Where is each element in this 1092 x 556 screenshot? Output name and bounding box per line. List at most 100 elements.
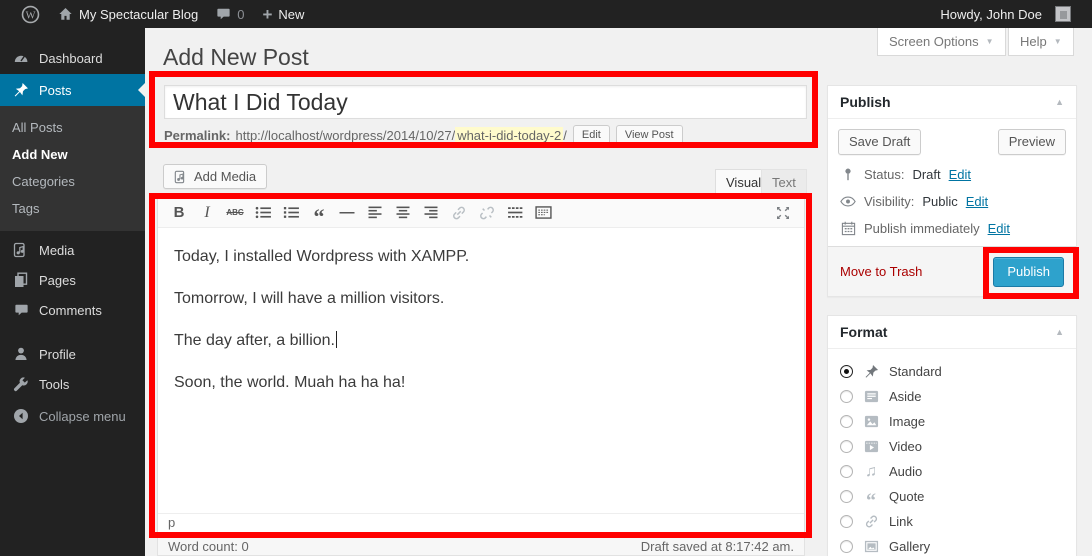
post-editor: B I ABC “ — (157, 197, 805, 533)
wordpress-logo-icon[interactable]: W (12, 0, 49, 28)
page-title: Add New Post (163, 44, 309, 71)
format-option-video[interactable]: Video (840, 434, 1064, 459)
save-draft-button[interactable]: Save Draft (838, 129, 921, 155)
pushpin-icon (862, 364, 880, 379)
horizontal-rule-icon[interactable]: — (333, 201, 361, 225)
publish-panel-footer: Move to Trash Publish (828, 246, 1076, 296)
publish-button[interactable]: Publish (993, 257, 1064, 287)
site-menu[interactable]: My Spectacular Blog (49, 0, 207, 28)
sidebar-label: Profile (39, 347, 76, 362)
strikethrough-icon[interactable]: ABC (221, 201, 249, 225)
sidebar-label: Pages (39, 273, 76, 288)
gallery-icon (862, 539, 880, 554)
tab-text[interactable]: Text (761, 169, 807, 195)
radio-button-checked (840, 365, 853, 378)
format-option-quote[interactable]: “ Quote (840, 484, 1064, 509)
sidebar-item-profile[interactable]: Profile (0, 339, 145, 369)
toolbar-toggle-icon[interactable] (529, 201, 557, 225)
format-option-aside[interactable]: Aside (840, 384, 1064, 409)
new-label: New (278, 7, 304, 22)
edit-schedule-link[interactable]: Edit (988, 221, 1010, 236)
sidebar-item-add-new[interactable]: Add New (0, 141, 145, 168)
view-post-button[interactable]: View Post (616, 125, 683, 145)
account-menu[interactable]: Howdy, John Doe (931, 0, 1080, 28)
schedule-row: Publish immediately Edit (840, 221, 1064, 236)
preview-button[interactable]: Preview (998, 129, 1066, 155)
format-option-gallery[interactable]: Gallery (840, 534, 1064, 556)
sidebar-item-tools[interactable]: Tools (0, 369, 145, 399)
chevron-down-icon: ▼ (1054, 37, 1062, 46)
align-center-icon[interactable] (389, 201, 417, 225)
comment-count: 0 (237, 7, 244, 22)
format-option-label: Quote (889, 489, 924, 504)
add-media-button[interactable]: Add Media (163, 164, 267, 189)
screen-options-tab[interactable]: Screen Options ▼ (877, 28, 1006, 56)
element-path[interactable]: p (168, 515, 175, 530)
help-label: Help (1020, 34, 1047, 49)
sidebar-item-all-posts[interactable]: All Posts (0, 114, 145, 141)
bold-icon[interactable]: B (165, 201, 193, 225)
format-option-link[interactable]: Link (840, 509, 1064, 534)
sidebar-label: Tools (39, 377, 69, 392)
move-to-trash-link[interactable]: Move to Trash (840, 264, 922, 279)
sidebar-label: Dashboard (39, 51, 103, 66)
editor-content[interactable]: Today, I installed Wordpress with XAMPP.… (158, 228, 804, 513)
italic-icon[interactable]: I (193, 201, 221, 225)
word-count: Word count: 0 (168, 539, 249, 554)
sidebar-item-dashboard[interactable]: Dashboard (0, 42, 145, 74)
format-option-label: Standard (889, 364, 942, 379)
sidebar-item-comments[interactable]: Comments (0, 295, 145, 325)
sidebar-item-collapse-menu[interactable]: Collapse menu (0, 403, 145, 429)
dashboard-gauge-icon (12, 50, 30, 66)
align-left-icon[interactable] (361, 201, 389, 225)
link-icon[interactable] (445, 201, 473, 225)
blockquote-icon[interactable]: “ (305, 201, 333, 225)
bulleted-list-icon[interactable] (249, 201, 277, 225)
editor-toolbar: B I ABC “ — (158, 198, 804, 228)
panel-toggle-icon[interactable]: ▲ (1055, 327, 1064, 337)
numbered-list-icon[interactable] (277, 201, 305, 225)
panel-toggle-icon[interactable]: ▲ (1055, 97, 1064, 107)
help-tab[interactable]: Help ▼ (1008, 28, 1074, 56)
format-option-label: Link (889, 514, 913, 529)
post-title-input[interactable] (164, 85, 807, 119)
fullscreen-icon[interactable] (769, 201, 797, 225)
radio-button (840, 465, 853, 478)
new-content-menu[interactable]: + New (253, 0, 313, 28)
format-option-image[interactable]: Image (840, 409, 1064, 434)
comment-bubble-icon (216, 7, 231, 21)
sidebar-item-pages[interactable]: Pages (0, 265, 145, 295)
eye-icon (840, 196, 856, 207)
schedule-text: Publish immediately (864, 221, 980, 236)
permalink-label: Permalink: (164, 128, 230, 143)
howdy-text: Howdy, John Doe (940, 7, 1042, 22)
sidebar-item-tags[interactable]: Tags (0, 195, 145, 222)
editor-paragraph: Today, I installed Wordpress with XAMPP. (174, 245, 788, 269)
admin-sidebar: Dashboard Posts All Posts Add New Catego… (0, 28, 145, 556)
sidebar-item-posts[interactable]: Posts (0, 74, 145, 106)
format-panel-header[interactable]: Format ▲ (828, 316, 1076, 349)
align-right-icon[interactable] (417, 201, 445, 225)
format-option-standard[interactable]: Standard (840, 359, 1064, 384)
read-more-icon[interactable] (501, 201, 529, 225)
posts-submenu: All Posts Add New Categories Tags (0, 106, 145, 231)
edit-visibility-link[interactable]: Edit (966, 194, 988, 209)
autosave-status: Draft saved at 8:17:42 am. (641, 539, 794, 554)
status-value: Draft (912, 167, 940, 182)
sidebar-item-categories[interactable]: Categories (0, 168, 145, 195)
edit-permalink-button[interactable]: Edit (573, 125, 610, 145)
sidebar-item-media[interactable]: Media (0, 235, 145, 265)
screen-options-label: Screen Options (889, 34, 979, 49)
format-option-audio[interactable]: ♫ Audio (840, 459, 1064, 484)
sidebar-label: Collapse menu (39, 409, 126, 424)
publish-panel-header[interactable]: Publish ▲ (828, 86, 1076, 119)
comments-shortcut[interactable]: 0 (207, 0, 253, 28)
pages-icon (12, 272, 30, 288)
status-label: Status: (864, 167, 904, 182)
site-name: My Spectacular Blog (79, 7, 198, 22)
visibility-row: Visibility: Public Edit (840, 194, 1064, 209)
unlink-icon[interactable] (473, 201, 501, 225)
home-icon (58, 7, 73, 21)
radio-button (840, 515, 853, 528)
edit-status-link[interactable]: Edit (949, 167, 971, 182)
